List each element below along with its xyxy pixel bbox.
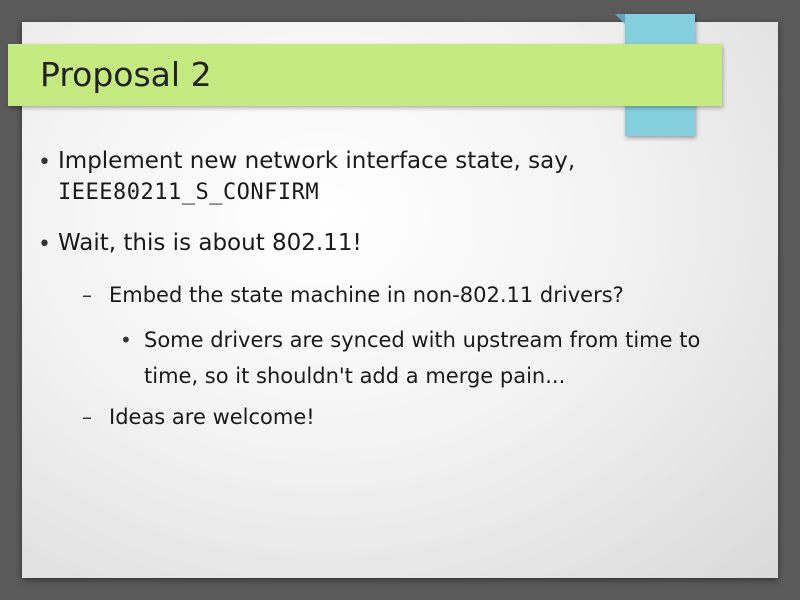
bullet-marker: •	[38, 150, 51, 175]
slide-content: • Implement new network interface state,…	[0, 0, 800, 600]
sub-sub-bullet-drivers-synced-line1: Some drivers are synced with upstream fr…	[144, 328, 701, 352]
bullet-text-implement-state: Implement new network interface state, s…	[58, 148, 576, 174]
dash-marker: –	[82, 405, 92, 429]
bullet-marker: •	[38, 232, 51, 257]
bullet-marker: •	[120, 328, 132, 352]
sub-bullet-ideas-welcome: Ideas are welcome!	[109, 405, 315, 429]
dash-marker: –	[82, 283, 92, 307]
sub-bullet-embed-state-machine: Embed the state machine in non-802.11 dr…	[109, 283, 624, 307]
code-state-name: IEEE80211_S_CONFIRM	[58, 180, 320, 205]
bullet-text-about-80211: Wait, this is about 802.11!	[58, 230, 362, 256]
sub-sub-bullet-drivers-synced-line2: time, so it shouldn't add a merge pain..…	[144, 364, 566, 388]
